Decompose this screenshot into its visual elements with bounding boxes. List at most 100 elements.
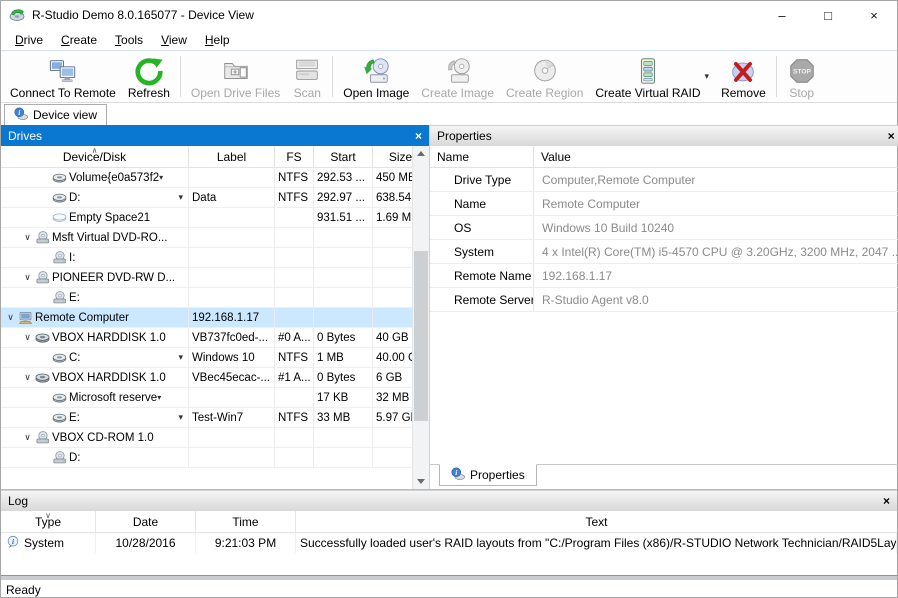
drives-panel-header: Drives × [1,125,429,146]
close-button[interactable]: × [851,1,897,29]
drive-row[interactable]: Volume{e0a573f2▾NTFS292.53 ...450 MB [1,168,429,188]
remove-button[interactable]: Remove [715,53,772,100]
menu-item-view[interactable]: View [152,30,196,50]
connect-remote-icon [48,56,78,86]
open-drive-files-button: Open Drive Files [185,53,286,100]
property-value: Windows 10 Build 10240 [534,216,898,239]
drive-row[interactable]: ∨PIONEER DVD-RW D... [1,268,429,288]
expander-chevron-icon[interactable]: ∨ [20,232,35,243]
drive-row[interactable]: ∨VBOX HARDDISK 1.0VB737fc0ed-...#0 A...0… [1,328,429,348]
create-region-icon [530,56,560,86]
column-header-name[interactable]: Name [430,146,534,167]
drive-row[interactable]: I: [1,248,429,268]
disk-icon [52,390,69,405]
drives-tree: Volume{e0a573f2▾NTFS292.53 ...450 MBD:▾D… [1,168,429,489]
property-name: System [430,240,534,263]
row-dropdown-icon[interactable]: ▾ [178,412,185,423]
expander-chevron-icon[interactable]: ∨ [20,372,35,383]
column-header-start[interactable]: Start [314,146,373,167]
property-row[interactable]: Remote Name192.168.1.17 [430,264,898,288]
column-header-label[interactable]: Label [189,146,275,167]
drives-scrollbar[interactable] [412,146,429,489]
drive-row[interactable]: D: [1,448,429,468]
drive-row[interactable]: D:▾DataNTFS292.97 ...638.54 GB [1,188,429,208]
row-dropdown-icon[interactable]: ▾ [178,192,185,203]
svg-text:STOP: STOP [793,68,811,75]
create-virtual-raid-button[interactable]: Create Virtual RAID▾ [589,53,715,100]
property-row[interactable]: Drive TypeComputer,Remote Computer [430,168,898,192]
open-drive-files-icon [221,56,251,86]
expander-chevron-icon[interactable]: ∨ [20,432,35,443]
log-row[interactable]: iSystem10/28/20169:21:03 PMSuccessfully … [1,533,897,553]
scroll-down-icon[interactable] [413,474,429,489]
property-value: 192.168.1.17 [534,264,898,287]
close-icon[interactable]: × [415,130,422,142]
dropdown-arrow-icon[interactable]: ▾ [705,71,710,82]
optical-drive-icon [52,290,69,305]
minimize-button[interactable]: – [759,1,805,29]
column-header-time[interactable]: Time [196,511,296,532]
menu-item-tools[interactable]: Tools [106,30,152,50]
status-text: Ready [6,583,41,597]
column-header-type[interactable]: Type∨ [1,511,96,532]
drive-row[interactable]: C:▾Windows 10NTFS1 MB40.00 GB [1,348,429,368]
connect-to-remote-button[interactable]: Connect To Remote [4,53,122,100]
column-header-fs[interactable]: FS [275,146,314,167]
tab-device-view-label: Device view [33,108,97,122]
truncation-dropdown-icon[interactable]: ▾ [159,173,163,182]
close-icon[interactable]: × [883,495,890,507]
property-name: Drive Type [430,168,534,191]
column-header-text[interactable]: Text [296,511,897,532]
property-row[interactable]: Remote ServerR-Studio Agent v8.0 [430,288,898,312]
maximize-button[interactable]: □ [805,1,851,29]
optical-drive-icon [35,270,52,285]
property-row[interactable]: NameRemote Computer [430,192,898,216]
tab-device-view[interactable]: i Device view [4,104,107,125]
drive-row[interactable]: ∨VBOX CD-ROM 1.0 [1,428,429,448]
row-dropdown-icon[interactable]: ▾ [178,352,185,363]
property-name: Remote Name [430,264,534,287]
expander-chevron-icon[interactable]: ∨ [20,272,35,283]
main-area: Drives × Device/Disk∧LabelFSStartSize Vo… [1,125,897,489]
column-header-value[interactable]: Value [534,146,578,167]
harddisk-icon [35,370,52,385]
truncation-dropdown-icon[interactable]: ▾ [157,393,161,402]
toolbar-separator [776,56,777,97]
disk-icon [52,410,69,425]
create-image-icon [443,56,473,86]
tab-row: i Device view [1,103,897,125]
drive-row[interactable]: Empty Space21931.51 ...1.69 MB [1,208,429,228]
drive-row[interactable]: E:▾Test-Win7NTFS33 MB5.97 GB [1,408,429,428]
app-icon [9,6,25,25]
open-image-button[interactable]: Open Image [337,53,415,100]
menu-bar: DriveCreateToolsViewHelp [1,29,897,51]
drive-row[interactable]: ∨Remote Computer192.168.1.17 [1,308,429,328]
drive-row[interactable]: ∨Msft Virtual DVD-RO... [1,228,429,248]
close-icon[interactable]: × [888,130,895,142]
property-value: 4 x Intel(R) Core(TM) i5-4570 CPU @ 3.20… [534,240,898,263]
tab-properties[interactable]: i Properties [439,464,537,486]
menu-item-create[interactable]: Create [52,30,106,50]
window-controls: – □ × [759,1,897,29]
drive-row[interactable]: Microsoft reserve▾17 KB32 MB [1,388,429,408]
column-header-date[interactable]: Date [96,511,196,532]
log-panel-title: Log [8,494,28,508]
refresh-button[interactable]: Refresh [122,53,176,100]
drive-row[interactable]: E: [1,288,429,308]
properties-table: Drive TypeComputer,Remote ComputerNameRe… [430,168,898,464]
drive-row[interactable]: ∨VBOX HARDDISK 1.0VBec45ecac-...#1 A...0… [1,368,429,388]
menu-item-help[interactable]: Help [196,30,239,50]
menu-item-drive[interactable]: Drive [6,30,52,50]
properties-tab-icon: i [451,467,465,484]
optical-drive-icon [35,430,52,445]
window-title: R-Studio Demo 8.0.165077 - Device View [32,8,254,22]
column-header-device-disk[interactable]: Device/Disk∧ [1,146,189,167]
drives-panel-title: Drives [8,129,42,143]
property-row[interactable]: OSWindows 10 Build 10240 [430,216,898,240]
expander-chevron-icon[interactable]: ∨ [3,312,18,323]
expander-chevron-icon[interactable]: ∨ [20,332,35,343]
scroll-up-icon[interactable] [413,146,429,161]
toolbar-separator [332,56,333,97]
scrollbar-thumb[interactable] [414,251,428,421]
property-row[interactable]: System4 x Intel(R) Core(TM) i5-4570 CPU … [430,240,898,264]
